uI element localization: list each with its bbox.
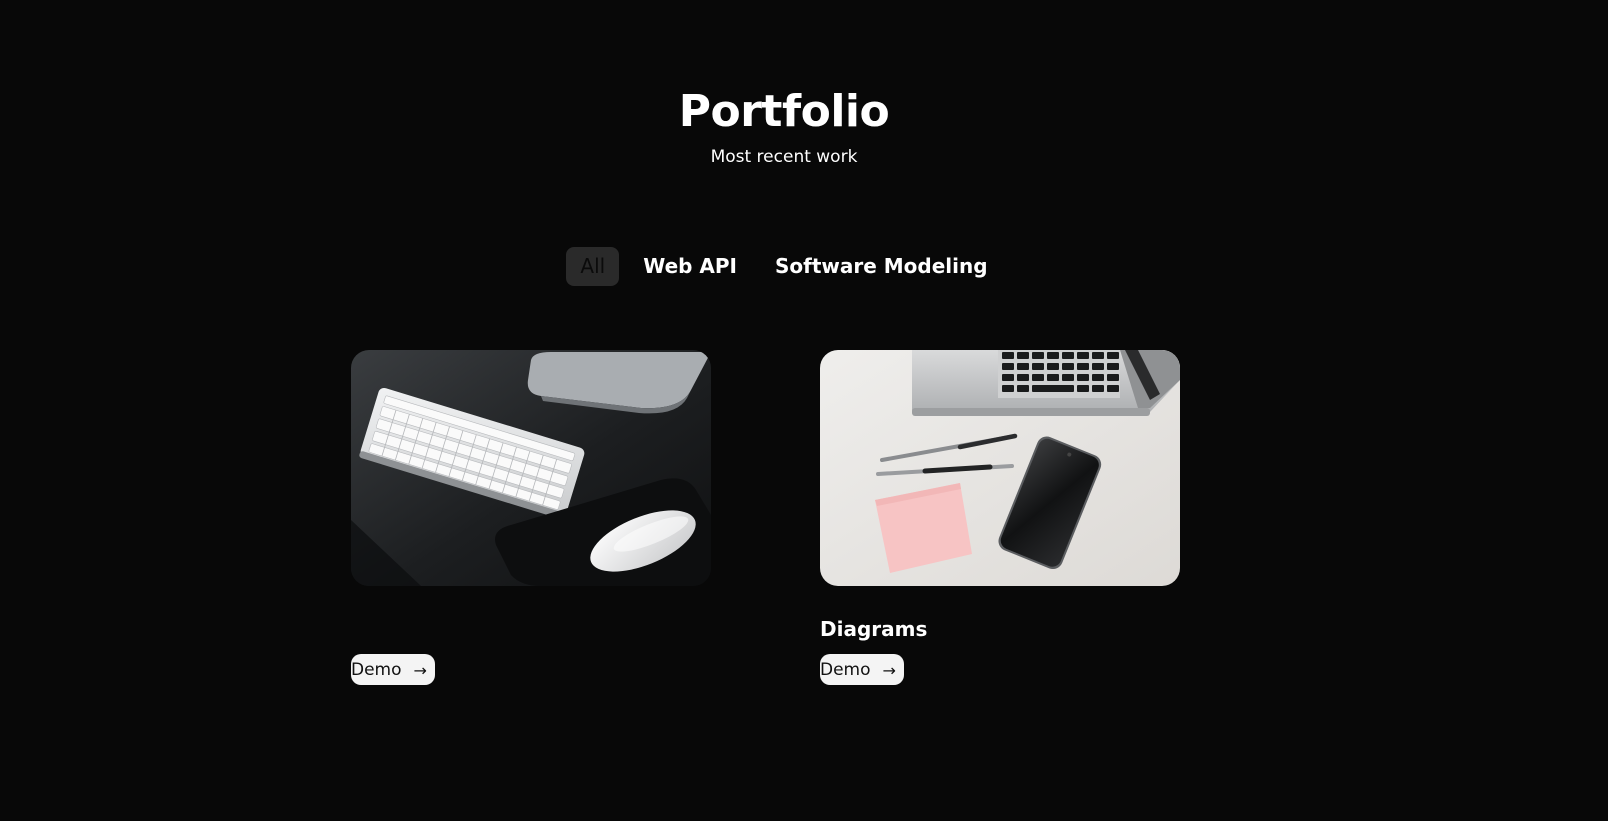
- project-image-laptop-phone: [820, 350, 1180, 586]
- demo-button[interactable]: Demo →: [351, 654, 435, 685]
- project-card: Demo →: [351, 350, 711, 685]
- arrow-right-icon: →: [413, 661, 427, 680]
- demo-button[interactable]: Demo →: [820, 654, 904, 685]
- filter-tabs: All Web API Software Modeling: [0, 247, 1568, 286]
- demo-button-label: Demo: [351, 659, 402, 680]
- arrow-right-icon: →: [882, 661, 896, 680]
- project-title: [351, 617, 711, 641]
- filter-tab-web-api[interactable]: Web API: [629, 247, 751, 286]
- portfolio-header: Portfolio Most recent work: [0, 82, 1568, 168]
- project-card: Diagrams Demo →: [820, 350, 1180, 685]
- project-title: Diagrams: [820, 617, 928, 641]
- filter-tab-all[interactable]: All: [566, 247, 620, 286]
- demo-button-label: Demo: [820, 659, 871, 680]
- page-subtitle: Most recent work: [710, 147, 858, 167]
- filter-tab-software-modeling[interactable]: Software Modeling: [761, 247, 1002, 286]
- page-title: Portfolio: [678, 86, 890, 137]
- project-image-keyboard-mouse: [351, 350, 711, 586]
